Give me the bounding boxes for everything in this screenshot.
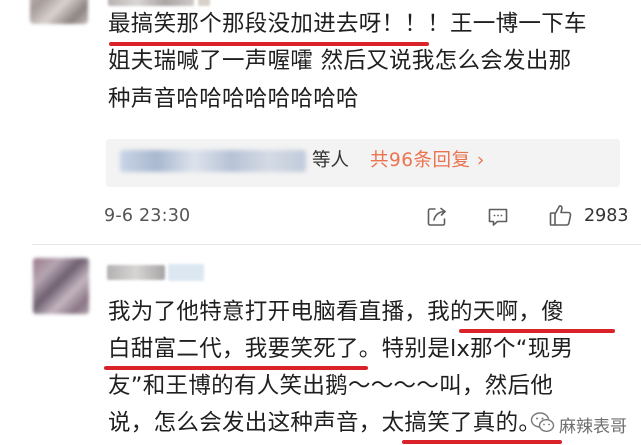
comment-line: 白甜富二代，我要笑死了。特别是lx那个“现男 <box>108 336 574 362</box>
comment-line: 我为了他特意打开电脑看直播，我的天啊，傻 <box>108 299 565 325</box>
comment-divider <box>32 244 641 245</box>
comment-timestamp: 9-6 23:30 <box>104 206 191 226</box>
reply-users-suffix: 等人 <box>312 150 350 171</box>
highlight-underline <box>104 366 368 370</box>
share-icon[interactable] <box>425 205 449 229</box>
avatar[interactable] <box>33 258 89 314</box>
highlight-underline <box>109 42 429 46</box>
avatar[interactable] <box>30 0 88 24</box>
view-replies-link[interactable]: 共96条回复 › <box>370 146 485 172</box>
comment-line: 最搞笑那个那段没加进去呀！！！王一博一下车 <box>108 11 587 37</box>
wechat-icon <box>530 412 555 433</box>
highlight-underline <box>402 440 562 444</box>
comment-line: 姐夫瑞喊了一声喔嚯 然后又说我怎么会发出那 <box>108 48 572 74</box>
comment-icon[interactable] <box>486 205 510 229</box>
comment-line: 说，怎么会发出这种声音，太搞笑了真的。 <box>108 410 542 436</box>
comment-line: 种声音哈哈哈哈哈哈哈哈 <box>108 86 359 112</box>
like-count: 2983 <box>584 206 629 226</box>
comment-line: 友”和王博的有人笑出鹅～～～～叫，然后他 <box>108 373 554 399</box>
user-badge-icon <box>168 264 204 281</box>
watermark-text: 麻辣表哥 <box>559 417 627 437</box>
reply-usernames-obscured <box>120 150 306 172</box>
username-obscured[interactable] <box>107 265 165 280</box>
like-icon[interactable] <box>548 202 574 228</box>
highlight-underline <box>459 329 615 333</box>
